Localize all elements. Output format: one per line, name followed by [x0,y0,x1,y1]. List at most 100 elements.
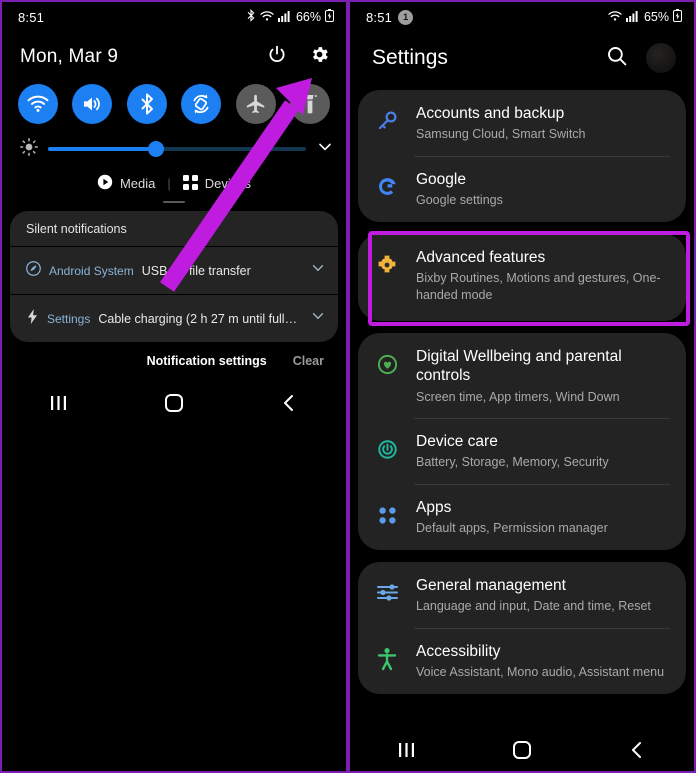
notification-count-badge: 1 [398,9,414,25]
power-icon[interactable] [267,45,287,70]
settings-item-label: Device care [416,433,498,451]
settings-item-apps[interactable]: Apps Default apps, Permission manager [358,484,686,550]
settings-item-accessibility[interactable]: Accessibility Voice Assistant, Mono audi… [358,627,686,694]
key-icon [372,106,402,136]
notifications-card: Silent notifications Android System USB … [10,211,338,342]
quick-settings-toggles [2,76,346,128]
chevron-down-icon[interactable] [316,138,334,161]
clear-button[interactable]: Clear [293,354,324,368]
advanced-features-icon [372,250,402,280]
notification-row-android-system[interactable]: Android System USB for file transfer [10,246,338,294]
toggle-auto-rotate[interactable] [181,84,222,124]
settings-item-label: Accessibility [416,642,501,660]
settings-item-digital-wellbeing[interactable]: Digital Wellbeing and parental controls … [358,333,686,418]
bluetooth-icon [246,8,256,25]
settings-item-google[interactable]: Google Google settings [358,155,686,222]
right-phone-panel: 8:51 1 65% Settings Accounts and backup … [348,0,696,773]
devices-button[interactable]: Devices [182,174,252,193]
notification-app-name: Android System [49,263,134,278]
android-system-icon [26,260,41,281]
media-label: Media [119,176,156,191]
panel-drag-handle[interactable] [163,201,185,203]
right-status-bar: 8:51 1 65% [350,2,694,32]
settings-item-accounts-and-backup[interactable]: Accounts and backup Samsung Cloud, Smart… [358,90,686,156]
wifi-icon [260,10,274,25]
silent-notifications-title: Silent notifications [26,222,127,236]
settings-item-subtitle: Screen time, App timers, Wind Down [416,389,620,404]
device-care-icon [372,434,402,464]
right-nav-bar [350,729,694,771]
settings-item-label: Apps [416,499,452,517]
devices-label: Devices [204,176,252,191]
apps-grid-icon [372,500,402,530]
settings-item-advanced-features[interactable]: Advanced features Bixby Routines, Motion… [358,234,686,321]
settings-group-4: General management Language and input, D… [358,561,686,694]
battery-charging-icon [325,9,334,25]
settings-item-device-care[interactable]: Device care Battery, Storage, Memory, Se… [358,418,686,484]
play-circle-icon [97,174,113,193]
brightness-slider[interactable] [48,141,306,157]
comparison-stage: 8:51 66% Mon, Mar 9 Media | Devices Sile… [0,0,696,773]
settings-header: Settings [350,32,694,90]
settings-group-2: Advanced features Bixby Routines, Motion… [358,233,686,322]
back-icon[interactable] [607,729,667,771]
media-separator: | [167,176,171,191]
toggle-wifi[interactable] [18,84,58,124]
home-icon[interactable] [492,729,552,771]
settings-item-general-management[interactable]: General management Language and input, D… [358,562,686,628]
recents-icon[interactable] [377,729,437,771]
settings-group-3: Digital Wellbeing and parental controls … [358,333,686,550]
notification-text: USB for file transfer [141,263,251,278]
media-button[interactable]: Media [97,174,155,193]
settings-group-1: Accounts and backup Samsung Cloud, Smart… [358,90,686,222]
brightness-row [2,128,346,168]
wellbeing-icon [372,349,402,379]
battery-percent: 65% [643,10,669,24]
battery-percent: 66% [295,10,321,24]
toggle-sound[interactable] [72,84,113,124]
toggle-flashlight[interactable] [289,84,330,124]
settings-item-subtitle: Language and input, Date and time, Reset [416,599,651,614]
notification-app-name: Settings [47,311,91,326]
left-nav-bar [2,382,346,424]
devices-grid-icon [182,174,198,193]
battery-charging-icon [673,9,682,25]
toggle-airplane-mode[interactable] [235,84,276,124]
page-title: Settings [372,46,448,69]
settings-item-label: General management [416,576,566,594]
recents-icon[interactable] [29,382,89,424]
signal-icon [625,10,638,25]
settings-item-label: Accounts and backup [416,105,565,122]
left-status-bar: 8:51 66% [2,2,346,32]
accessibility-icon [372,644,402,674]
home-icon[interactable] [144,382,204,424]
quick-settings-date: Mon, Mar 9 [20,46,119,67]
sliders-icon [372,578,402,608]
chevron-down-icon[interactable] [310,260,326,281]
search-icon[interactable] [606,45,628,72]
brightness-icon [20,137,38,161]
google-g-icon [372,172,402,202]
settings-item-subtitle: Google settings [416,193,503,208]
media-devices-row: Media | Devices [2,168,346,197]
settings-item-label: Google [416,170,466,188]
settings-list: Accounts and backup Samsung Cloud, Smart… [350,90,694,694]
settings-item-subtitle: Voice Assistant, Mono audio, Assistant m… [416,664,665,679]
wifi-icon [608,10,622,25]
status-time: 8:51 [366,9,393,25]
signal-icon [277,10,290,25]
avatar[interactable] [646,43,676,73]
settings-item-subtitle: Default apps, Permission manager [416,521,608,536]
settings-item-label: Digital Wellbeing and parental controls [416,348,622,385]
notification-settings-button[interactable]: Notification settings [147,354,267,368]
toggle-bluetooth[interactable] [126,84,167,124]
gear-icon[interactable] [309,44,330,70]
chevron-down-icon[interactable] [310,308,326,329]
notification-text: Cable charging (2 h 27 m until fully c..… [98,311,302,326]
settings-item-subtitle: Samsung Cloud, Smart Switch [416,127,586,142]
notification-row-settings[interactable]: Settings Cable charging (2 h 27 m until … [10,294,338,342]
settings-item-subtitle: Bixby Routines, Motions and gestures, On… [416,270,661,302]
back-icon[interactable] [259,382,319,424]
quick-settings-header: Mon, Mar 9 [2,32,346,76]
notification-actions: Notification settings Clear [2,342,346,382]
